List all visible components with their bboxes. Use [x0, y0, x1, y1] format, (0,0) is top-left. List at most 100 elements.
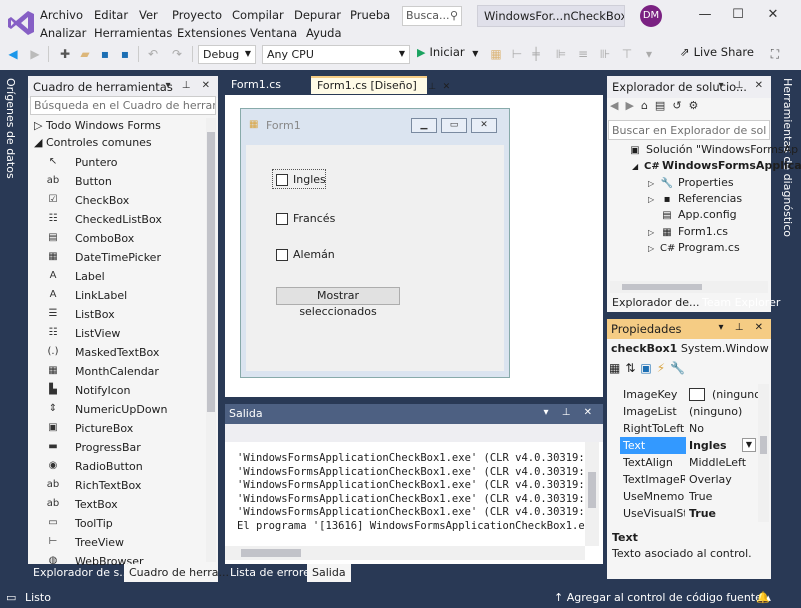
platform-dropdown[interactable]: Any CPU ▼ [262, 45, 410, 64]
align-right-icon[interactable]: ⊪ [596, 45, 614, 63]
panel-controls-icon[interactable]: ▾ ⊥ ✕ [719, 80, 767, 91]
expand-arrow-icon[interactable]: ▷ [648, 195, 660, 204]
toolbox-group-common[interactable]: ◢ Controles comunes [34, 136, 152, 149]
solution-tree-item[interactable]: ▤ App.config [648, 208, 736, 221]
panel-controls-icon[interactable]: ▾ ⊥ ✕ [544, 407, 597, 418]
property-row-imagelist[interactable]: ImageList (ninguno) [620, 403, 768, 420]
panel-controls-icon[interactable]: ▾ ⊥ ✕ [166, 80, 214, 91]
menu-extensiones[interactable]: Extensiones [177, 26, 247, 40]
hot-reload-icon[interactable]: ▦ [487, 45, 505, 63]
property-row-textalign[interactable]: TextAlign MiddleLeft [620, 454, 768, 471]
property-row-imagekey[interactable]: ImageKey (ninguno) [620, 386, 768, 403]
home-icon[interactable]: ⌂ [641, 99, 655, 112]
scrollbar-thumb[interactable] [622, 284, 702, 290]
menu-editar[interactable]: Editar [94, 8, 128, 22]
expand-arrow-icon[interactable]: ◢ [632, 162, 644, 171]
tab-team-explorer[interactable]: Team Explorer [697, 294, 785, 312]
new-project-icon[interactable]: ✚ [56, 45, 74, 63]
more-toolbar-icon[interactable]: ▾ [640, 45, 658, 63]
property-row-textimagere[interactable]: TextImageRe Overlay [620, 471, 768, 488]
property-row-usevisualstyl[interactable]: UseVisualStyl True [620, 505, 768, 522]
categorized-icon[interactable]: ▦ [609, 361, 625, 375]
expand-arrow-icon[interactable]: ▷ [648, 228, 660, 237]
search-input[interactable]: Busca... ⚲ [402, 6, 462, 26]
breakpoint-icon[interactable]: ╪ [527, 45, 545, 63]
menu-ver[interactable]: Ver [139, 8, 158, 22]
solution-search-input[interactable]: Buscar en Explorador de sol [608, 120, 770, 140]
toolbox-search-input[interactable]: Búsqueda en el Cuadro de herramientas [30, 96, 216, 115]
back-icon[interactable]: ◀ [610, 99, 625, 112]
forward-icon[interactable]: ▶ [625, 99, 640, 112]
switch-view-icon[interactable]: ▤ [655, 99, 672, 112]
menu-depurar[interactable]: Depurar [294, 8, 341, 22]
open-folder-icon[interactable]: ▰ [76, 45, 94, 63]
scrollbar-thumb[interactable] [241, 549, 301, 557]
notifications-icon[interactable]: 🔔 [756, 591, 770, 604]
property-row-righttoleft[interactable]: RightToLeft No [620, 420, 768, 437]
tab-solution-explorer[interactable]: Explorador de... [607, 294, 699, 312]
back-icon[interactable]: ◀ [4, 45, 22, 63]
visual-studio-logo-icon[interactable] [6, 8, 36, 38]
settings-icon[interactable]: ⚙ [689, 99, 706, 112]
tab-form1-design[interactable]: Form1.cs [Diseño] ⊥ ✕ [311, 76, 450, 94]
chevron-down-icon[interactable]: ▼ [742, 438, 756, 452]
close-icon[interactable]: ✕ [443, 82, 451, 92]
property-row-text[interactable]: Text Ingles ▼ [620, 437, 768, 454]
menu-archivo[interactable]: Archivo [40, 8, 83, 22]
menu-ayuda[interactable]: Ayuda [306, 26, 342, 40]
scrollbar-thumb[interactable] [207, 132, 215, 412]
scrollbar-thumb[interactable] [760, 436, 767, 454]
solution-horizontal-scrollbar[interactable] [610, 281, 768, 293]
forward-icon[interactable]: ▶ [26, 45, 44, 63]
checkbox-ingles[interactable]: Ingles [276, 173, 326, 186]
align-center-icon[interactable]: ≡ [574, 45, 592, 63]
avatar[interactable]: DM [640, 5, 662, 27]
checkbox-frances[interactable]: Francés [276, 212, 335, 225]
align-left-icon[interactable]: ⊫ [552, 45, 570, 63]
save-all-icon[interactable]: ▪ [116, 45, 134, 63]
solution-tree-item[interactable]: ▷ ▦ Form1.cs [648, 225, 728, 238]
solution-tree-item[interactable]: ▣ Solución "WindowsFormsAp [616, 143, 798, 156]
save-icon[interactable]: ▪ [96, 45, 114, 63]
solution-tree-item[interactable]: ▷ ▪ Referencias [648, 192, 742, 205]
minimize-icon[interactable]: — [694, 4, 716, 26]
expand-arrow-icon[interactable]: ▷ [648, 244, 660, 253]
properties-object-selector[interactable]: checkBox1 System.Windows. ▼ [611, 342, 769, 355]
solution-tree-item[interactable]: ▷ C# Program.cs [648, 241, 740, 254]
solution-tree-item[interactable]: ▷ 🔧 Properties [648, 176, 734, 189]
output-vertical-scrollbar[interactable] [585, 442, 599, 546]
solution-tree-item[interactable]: ◢ C# WindowsFormsApplicati [632, 159, 801, 172]
properties-scrollbar[interactable] [758, 384, 769, 522]
start-button[interactable]: ▶ Iniciar ▼ [417, 45, 478, 59]
menu-ventana[interactable]: Ventana [250, 26, 297, 40]
close-icon[interactable]: ✕ [762, 4, 784, 26]
toolbox-group-all[interactable]: ▷ Todo Windows Forms [34, 119, 161, 132]
menu-proyecto[interactable]: Proyecto [172, 8, 222, 22]
show-selected-button[interactable]: Mostrar seleccionados [276, 287, 400, 318]
source-control-button[interactable]: ↑ Agregar al control de código fuente ▴ [554, 591, 771, 604]
checkbox-aleman[interactable]: Alemán [276, 248, 335, 261]
history-icon[interactable]: ↺ [672, 99, 688, 112]
events-icon[interactable]: ⚡ [657, 361, 670, 375]
align-top-icon[interactable]: ⊤ [618, 45, 636, 63]
step-icon[interactable]: ⊢ [508, 45, 526, 63]
tab-form1-code[interactable]: Form1.cs [225, 76, 287, 94]
menu-prueba[interactable]: Prueba [350, 8, 390, 22]
tab-toolbox[interactable]: Cuadro de herra... [124, 564, 229, 582]
alphabetical-icon[interactable]: ⇅ [625, 361, 640, 375]
configuration-dropdown[interactable]: Debug ▼ [198, 45, 256, 64]
tab-output[interactable]: Salida [307, 564, 351, 582]
pin-icon[interactable]: ⊥ [428, 82, 436, 92]
undo-icon[interactable]: ↶ [144, 45, 162, 63]
data-sources-tab[interactable]: Orígenes de datos [0, 70, 24, 588]
toolbox-scrollbar[interactable] [206, 118, 216, 562]
maximize-icon[interactable]: ☐ [727, 4, 749, 26]
property-pages-icon[interactable]: 🔧 [670, 361, 690, 375]
menu-herramientas[interactable]: Herramientas [94, 26, 172, 40]
menu-compilar[interactable]: Compilar [232, 8, 284, 22]
live-share-button[interactable]: ⇗ Live Share [680, 45, 754, 59]
menu-analizar[interactable]: Analizar [40, 26, 86, 40]
scrollbar-thumb[interactable] [588, 472, 596, 508]
panel-controls-icon[interactable]: ▾ ⊥ ✕ [719, 322, 767, 333]
tab-solution-explorer-left[interactable]: Explorador de s... [28, 564, 130, 582]
